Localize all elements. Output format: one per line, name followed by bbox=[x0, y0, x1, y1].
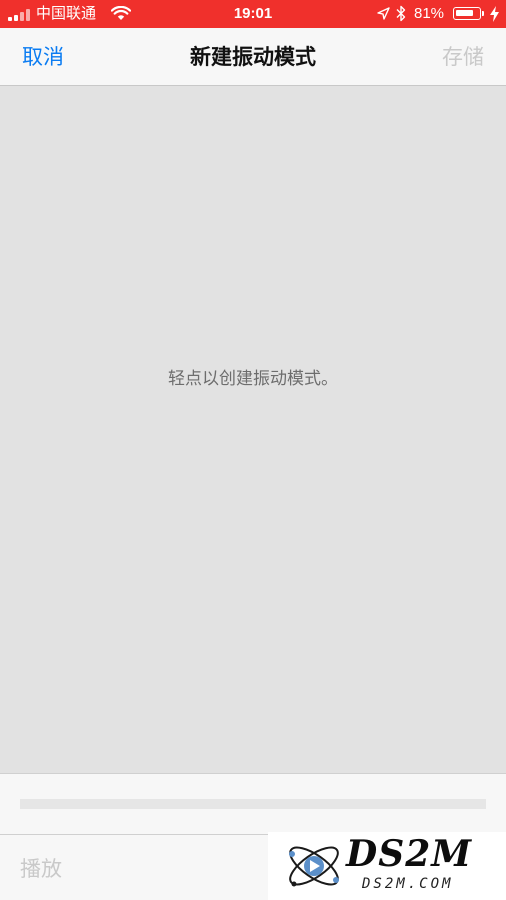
battery-level-fill bbox=[456, 10, 473, 16]
vibration-tap-area[interactable]: 轻点以创建振动模式。 bbox=[0, 86, 506, 773]
tap-hint-text: 轻点以创建振动模式。 bbox=[168, 369, 338, 389]
status-bar: 中国联通 19:01 81% bbox=[0, 0, 506, 28]
charging-icon bbox=[490, 6, 499, 22]
save-button[interactable]: 存储 bbox=[442, 44, 484, 70]
battery-cap bbox=[482, 11, 484, 16]
navigation-bar: 取消 新建振动模式 存储 bbox=[0, 28, 506, 86]
location-icon bbox=[377, 7, 390, 20]
watermark-name: DS2M bbox=[346, 833, 473, 875]
watermark-logo-icon bbox=[289, 846, 339, 887]
battery-percent: 81% bbox=[414, 5, 445, 22]
play-button[interactable]: 播放 bbox=[20, 856, 62, 882]
watermark: DS2M DS2M.COM bbox=[268, 832, 506, 900]
watermark-url: DS2M.COM bbox=[362, 876, 454, 892]
battery-icon bbox=[453, 7, 481, 20]
bluetooth-icon bbox=[396, 5, 406, 22]
page-title: 新建振动模式 bbox=[190, 45, 316, 69]
timeline-band bbox=[0, 773, 506, 835]
vibration-timeline-track bbox=[20, 799, 486, 809]
